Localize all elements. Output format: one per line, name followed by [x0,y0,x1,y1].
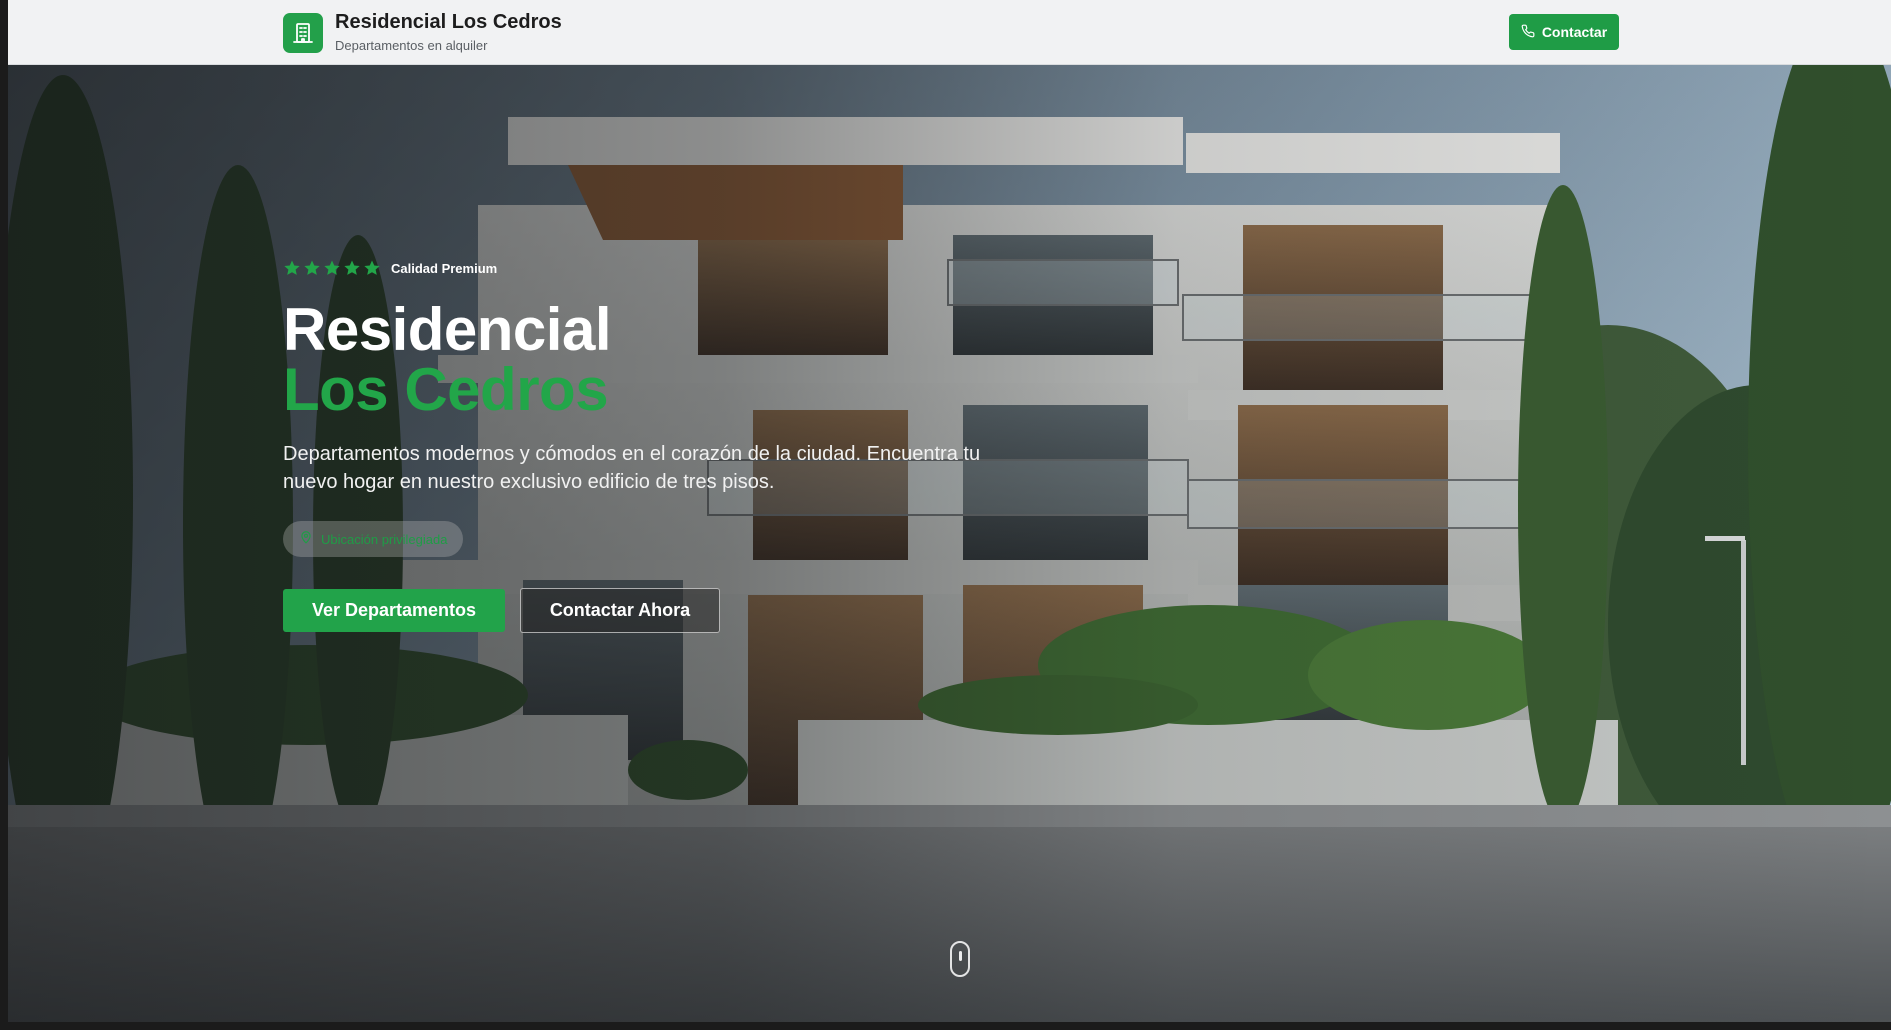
building-icon[interactable] [283,13,323,53]
view-apartments-button[interactable]: Ver Departamentos [283,589,505,632]
rating-label: Calidad Premium [391,260,498,276]
scroll-dot [959,951,962,961]
star-icon [364,260,380,275]
mouse-scroll-icon[interactable] [950,941,970,977]
hero-description: Departamentos modernos y cómodos en el c… [283,443,981,493]
star-icon [284,260,300,275]
phone-icon [1521,24,1535,41]
site-title[interactable]: Residencial Los Cedros [335,11,562,34]
header-contact-button[interactable]: Contactar [1509,14,1619,50]
star-rating [283,259,381,277]
hero-section: Calidad Premium Residencial Los Cedros D… [8,65,1891,1022]
star-icon [344,260,360,275]
hero-title-line1: Residencial [283,296,612,363]
header-contact-label: Contactar [1541,24,1608,40]
hero-title-line2: Los Cedros [283,356,609,423]
site-header: Residencial Los Cedros Departamentos en … [8,0,1891,65]
contact-now-button[interactable]: Contactar Ahora [520,588,720,633]
location-badge: Ubicación privilegiada [283,521,464,557]
location-label: Ubicación privilegiada [321,531,448,547]
star-icon [304,260,320,275]
site-subtitle: Departamentos en alquiler [335,38,488,53]
rating-row: Calidad Premium [283,259,497,277]
map-pin-icon [299,530,313,549]
hero-content: Calidad Premium Residencial Los Cedros D… [283,65,1083,1022]
star-icon [324,260,340,275]
browser-viewport: Residencial Los Cedros Departamentos en … [8,0,1891,1022]
